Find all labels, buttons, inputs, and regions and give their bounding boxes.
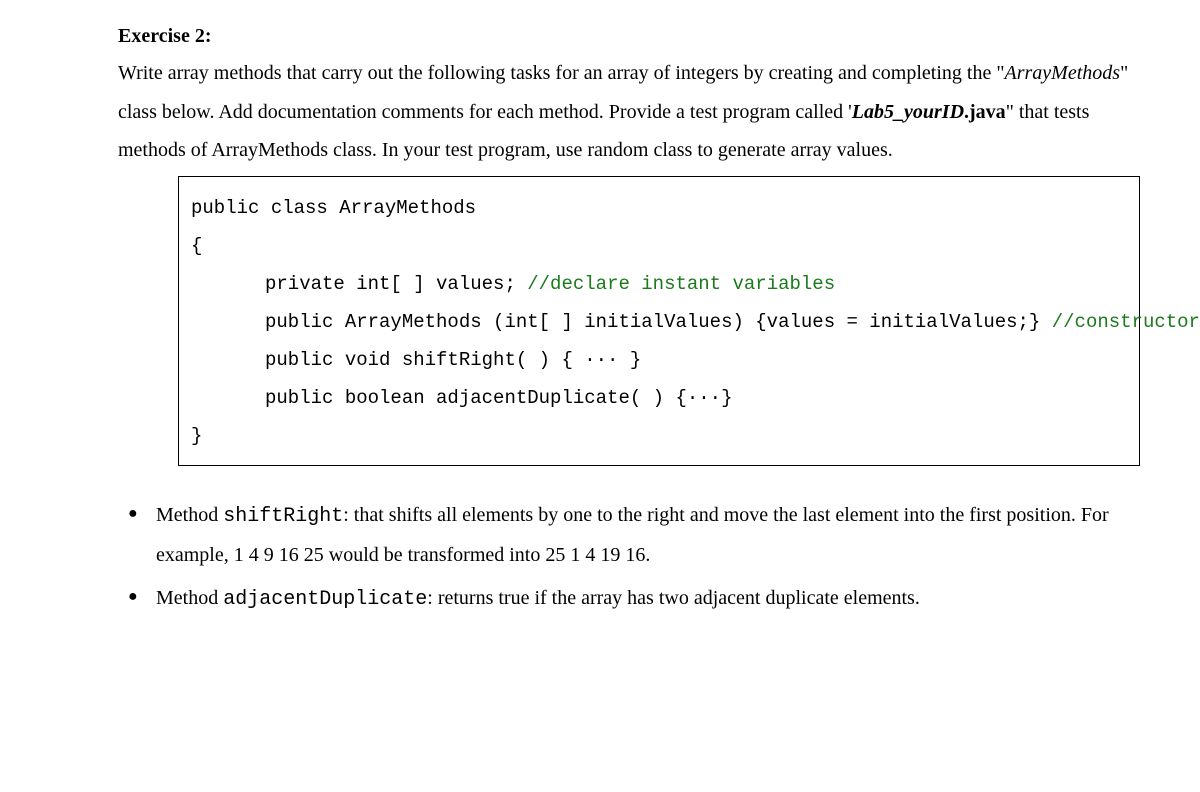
lab-filename-ext: .java <box>964 101 1006 123</box>
code-comment: //declare instant variables <box>527 273 835 295</box>
code-line-7: } <box>191 417 1125 455</box>
code-line-5: public void shiftRight( ) { ··· } <box>191 341 1125 379</box>
bullet-icon: ● <box>128 579 156 620</box>
lab-filename-prefix: Lab5_yourID <box>852 101 964 123</box>
code-block: public class ArrayMethods { private int[… <box>178 176 1140 466</box>
bullet-list: ● Method shiftRight: that shifts all ele… <box>128 496 1140 620</box>
bullet-method-name: adjacentDuplicate <box>223 588 427 611</box>
code-line-1: public class ArrayMethods <box>191 189 1125 227</box>
code-line-6: public boolean adjacentDuplicate( ) {···… <box>191 379 1125 417</box>
code-line-3: private int[ ] values; //declare instant… <box>191 265 1125 303</box>
array-methods-classname: ArrayMethods <box>1005 62 1121 84</box>
list-item: ● Method adjacentDuplicate: returns true… <box>128 579 1140 620</box>
code-comment: //constructor <box>1052 311 1200 333</box>
bullet-text: Method adjacentDuplicate: returns true i… <box>156 579 1140 620</box>
bullet-text: Method shiftRight: that shifts all eleme… <box>156 496 1140 575</box>
list-item: ● Method shiftRight: that shifts all ele… <box>128 496 1140 575</box>
exercise-title: Exercise 2: <box>118 25 1140 48</box>
bullet-rest: : returns true if the array has two adja… <box>427 587 920 609</box>
code-text: public ArrayMethods (int[ ] initialValue… <box>265 311 1052 333</box>
instructions-paragraph: Write array methods that carry out the f… <box>118 54 1140 170</box>
bullet-prefix: Method <box>156 587 223 609</box>
code-line-4: public ArrayMethods (int[ ] initialValue… <box>191 303 1125 341</box>
code-text: private int[ ] values; <box>265 273 527 295</box>
code-line-2: { <box>191 227 1125 265</box>
para-text-1: Write array methods that carry out the f… <box>118 62 1005 84</box>
bullet-method-name: shiftRight <box>223 505 343 528</box>
bullet-icon: ● <box>128 496 156 575</box>
bullet-prefix: Method <box>156 504 223 526</box>
